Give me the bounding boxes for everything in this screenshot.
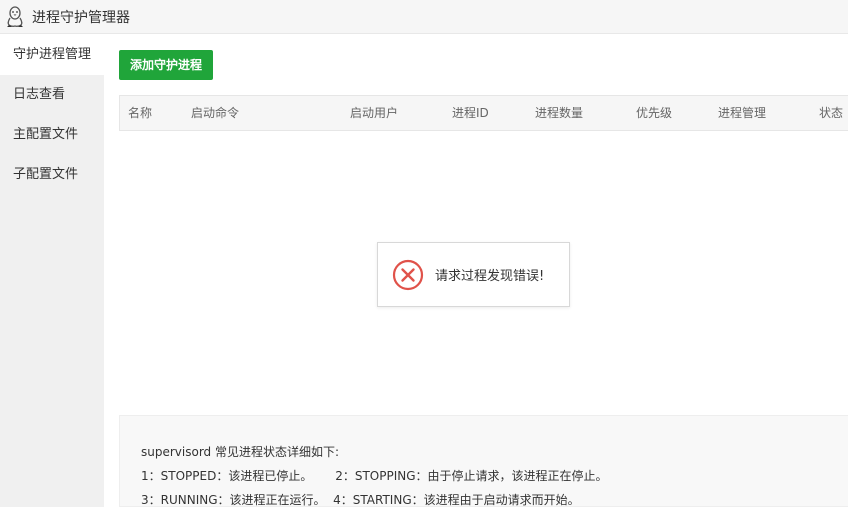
add-daemon-button[interactable]: 添加守护进程 [119,50,214,80]
error-toast: 请求过程发现错误! [377,242,570,307]
title-bar: 进程守护管理器 [0,0,848,34]
sidebar: 守护进程管理 日志查看 主配置文件 子配置文件 [0,35,104,507]
sidebar-item-process-management[interactable]: 守护进程管理 [0,35,104,75]
column-header-name[interactable]: 名称 [128,96,152,130]
info-line-1: 1：STOPPED：该进程已停止。 2：STOPPING：由于停止请求，该进程正… [141,469,608,483]
column-header-process-count[interactable]: 进程数量 [535,96,583,130]
column-header-user[interactable]: 启动用户 [350,96,398,130]
penguin-logo-icon [7,5,23,27]
info-heading: supervisord 常见进程状态详细如下: [141,445,340,459]
app-title: 进程守护管理器 [32,9,130,26]
sidebar-item-main-config[interactable]: 主配置文件 [0,115,104,155]
error-circle-x-icon [392,259,424,290]
info-line-2: 3：RUNNING：该进程正在运行。 4：STARTING：该进程由于启动请求而… [141,493,580,507]
main-panel: 添加守护进程 名称 启动命令 启动用户 进程ID 进程数量 优先级 进程管理 状… [104,35,848,507]
sidebar-item-sub-config[interactable]: 子配置文件 [0,155,104,195]
column-header-status[interactable]: 状态 [819,96,843,130]
column-header-actions[interactable]: 进程管理 [718,96,766,130]
status-info-panel: supervisord 常见进程状态详细如下: 1：STOPPED：该进程已停止… [119,415,848,507]
sidebar-item-log-viewer[interactable]: 日志查看 [0,75,104,115]
column-header-priority[interactable]: 优先级 [636,96,672,130]
table-header: 名称 启动命令 启动用户 进程ID 进程数量 优先级 进程管理 状态 [119,95,848,131]
column-header-pid[interactable]: 进程ID [452,96,489,130]
error-message: 请求过程发现错误! [435,269,545,284]
column-header-command[interactable]: 启动命令 [191,96,239,130]
